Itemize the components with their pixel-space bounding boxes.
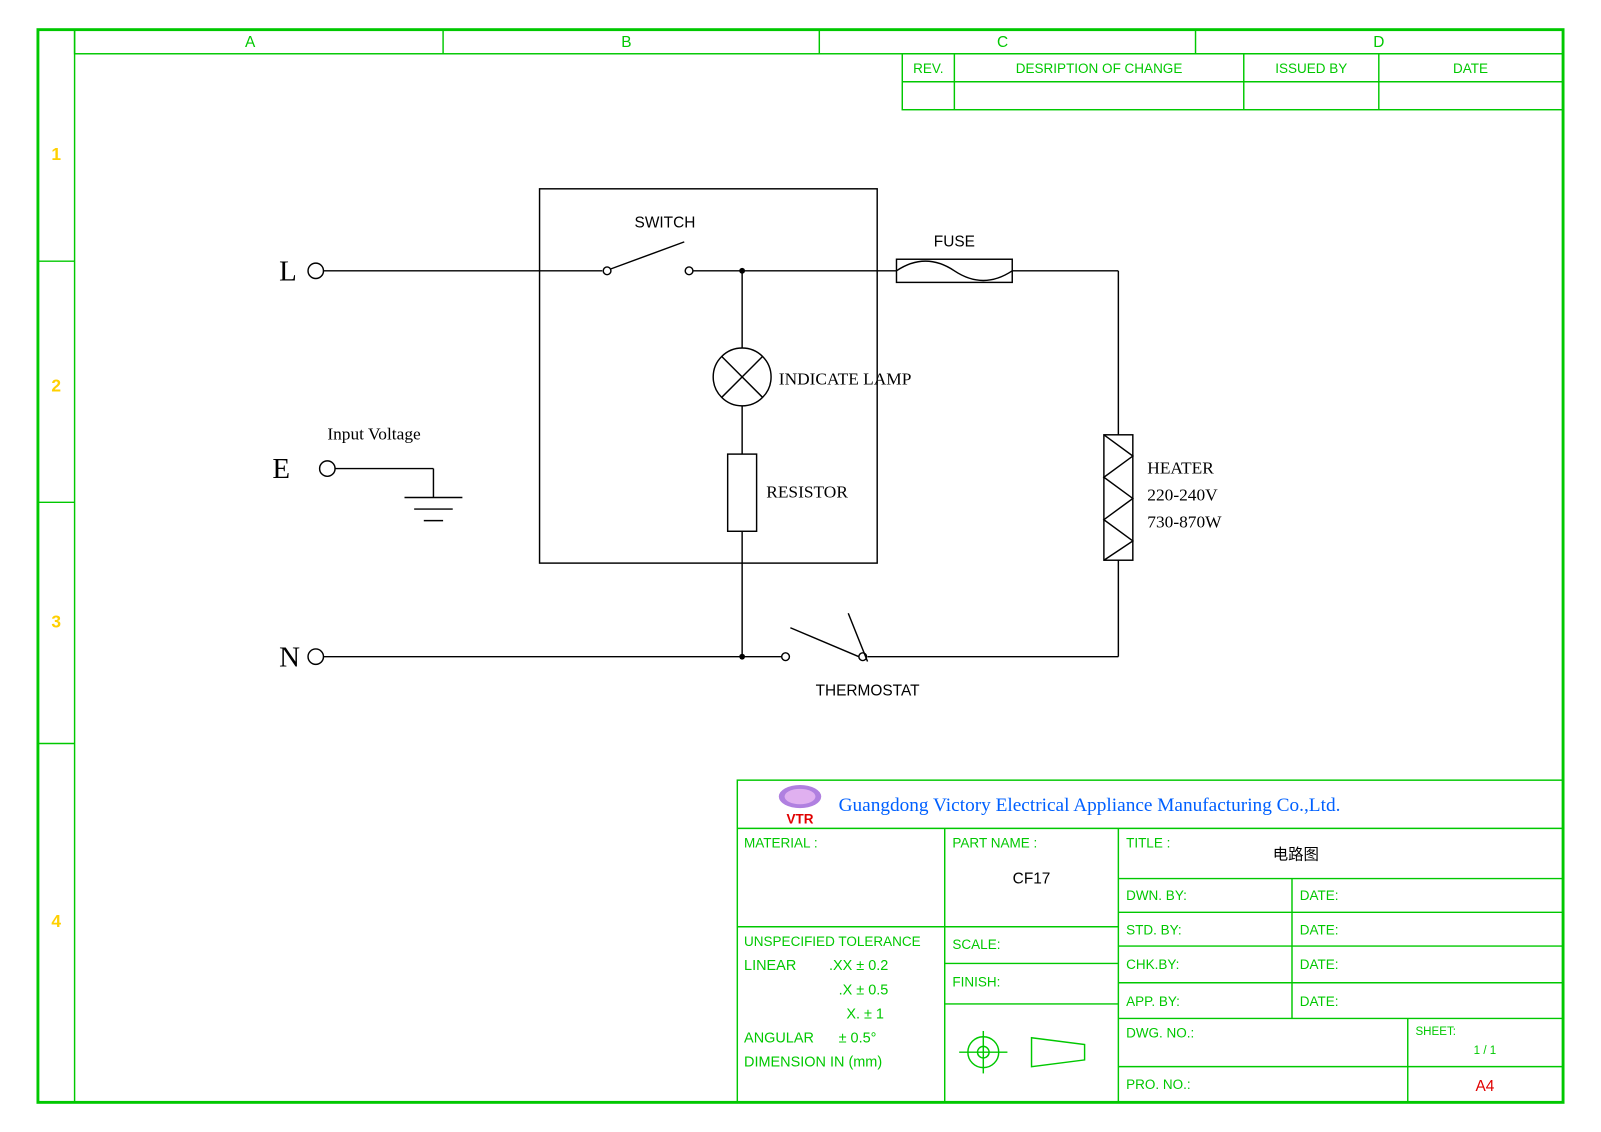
rev-hdr-desc: DESRIPTION OF CHANGE xyxy=(1016,61,1183,76)
thermostat-label: THERMOSTAT xyxy=(816,682,921,699)
stdby-label: STD. BY: xyxy=(1126,923,1182,938)
col-a: A xyxy=(245,34,256,51)
lamp-label: INDICATE LAMP xyxy=(779,370,912,389)
e-terminal xyxy=(320,461,335,476)
size-value: A4 xyxy=(1475,1078,1494,1095)
title-block: VTR Guangdong Victory Electrical Applian… xyxy=(737,780,1563,1102)
prono-label: PRO. NO.: xyxy=(1126,1077,1191,1092)
title-value: 电路图 xyxy=(1273,845,1319,863)
company-name: Guangdong Victory Electrical Appliance M… xyxy=(839,795,1341,816)
chkby-label: CHK.BY: xyxy=(1126,957,1179,972)
row-1: 1 xyxy=(51,144,61,164)
col-c: C xyxy=(997,34,1008,51)
rev-hdr-issued: ISSUED BY xyxy=(1275,61,1347,76)
scale-label: SCALE: xyxy=(952,937,1000,952)
sheet-label: SHEET: xyxy=(1415,1026,1455,1038)
date1-label: DATE: xyxy=(1300,888,1339,903)
finish-label: FINISH: xyxy=(952,975,1000,990)
resistor-label: RESISTOR xyxy=(766,483,848,502)
fuse-label: FUSE xyxy=(934,234,975,251)
appby-label: APP. BY: xyxy=(1126,994,1180,1009)
l-terminal xyxy=(308,263,323,278)
row-4: 4 xyxy=(51,911,61,931)
col-d: D xyxy=(1373,34,1384,51)
switch-label: SWITCH xyxy=(635,214,696,231)
heater-voltage: 220-240V xyxy=(1147,485,1218,504)
projection-icon xyxy=(959,1031,1084,1073)
material-label: MATERIAL : xyxy=(744,836,818,851)
e-label: E xyxy=(272,453,290,485)
angular-label: ANGULAR xyxy=(744,1031,814,1047)
revision-block: REV. DESRIPTION OF CHANGE ISSUED BY DATE xyxy=(902,54,1563,110)
logo-text: VTR xyxy=(787,812,814,827)
input-voltage-label: Input Voltage xyxy=(327,425,421,444)
row-2: 2 xyxy=(51,375,61,395)
tol3: X. ± 1 xyxy=(846,1006,884,1022)
dwgno-label: DWG. NO.: xyxy=(1126,1026,1194,1041)
row-3: 3 xyxy=(51,612,61,632)
resistor-icon xyxy=(728,454,757,531)
dwnby-label: DWN. BY: xyxy=(1126,888,1187,903)
linear-label: LINEAR xyxy=(744,958,796,974)
tol2: .X ± 0.5 xyxy=(839,982,889,998)
n-terminal xyxy=(308,649,323,664)
drawing-canvas: A B C D 1 2 3 4 REV. DESRIPTION OF CHANG… xyxy=(20,20,1581,1112)
dim-in: DIMENSION IN (mm) xyxy=(744,1055,882,1071)
partname-label: PART NAME : xyxy=(952,836,1037,851)
l-label: L xyxy=(279,255,297,287)
col-b: B xyxy=(621,34,631,51)
date2-label: DATE: xyxy=(1300,923,1339,938)
heater-watt: 730-870W xyxy=(1147,512,1222,531)
tol1: .XX ± 0.2 xyxy=(829,958,888,974)
partname-value: CF17 xyxy=(1013,870,1051,887)
date4-label: DATE: xyxy=(1300,994,1339,1009)
ang-tol: ± 0.5° xyxy=(839,1031,877,1047)
sheet-value: 1 / 1 xyxy=(1474,1045,1497,1057)
title-label: TITLE : xyxy=(1126,836,1170,851)
heater-label: HEATER xyxy=(1147,458,1214,477)
rev-hdr-date: DATE xyxy=(1453,61,1488,76)
unspec-tol: UNSPECIFIED TOLERANCE xyxy=(744,934,921,949)
rev-hdr-rev: REV. xyxy=(913,61,943,76)
date3-label: DATE: xyxy=(1300,957,1339,972)
n-label: N xyxy=(279,641,300,673)
